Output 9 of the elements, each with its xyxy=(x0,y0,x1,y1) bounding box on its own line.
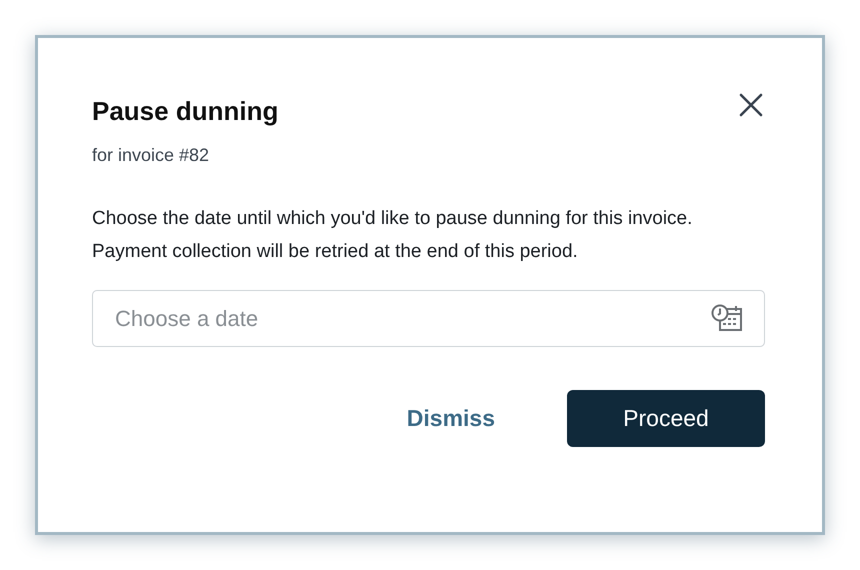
close-icon xyxy=(738,92,764,118)
calendar-clock-icon xyxy=(711,303,743,333)
description: Choose the date until which you'd like to pause dunning for this invoice. Payment collection will be retried at the end of this period. xyxy=(92,207,694,264)
close-button[interactable] xyxy=(738,92,764,118)
dialog-title: Pause dunning xyxy=(92,96,278,127)
proceed-button[interactable]: Proceed xyxy=(567,390,765,447)
date-field[interactable]: Choose a date xyxy=(92,290,765,347)
dismiss-button[interactable]: Dismiss xyxy=(406,395,495,442)
dialog-subtitle: for invoice #82 xyxy=(92,145,210,166)
